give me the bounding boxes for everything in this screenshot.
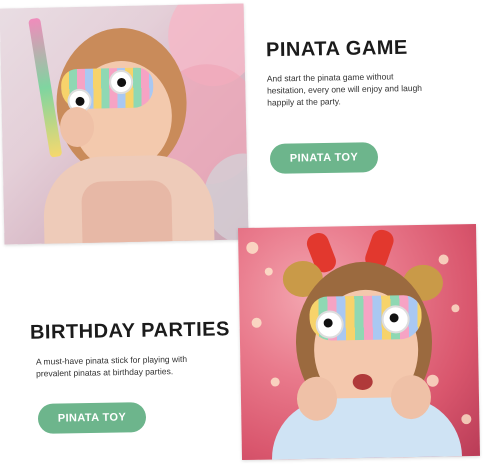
bokeh-light: [246, 241, 259, 254]
description-line: prevalent pinatas at birthday parties.: [36, 366, 174, 379]
pinata-toy-button[interactable]: PINATA TOY: [37, 402, 147, 434]
product-photo-girl-with-pinata-mask: [0, 3, 249, 245]
bokeh-light: [251, 317, 262, 328]
section-title: PINATA GAME: [265, 36, 408, 62]
dress-shape: [81, 180, 173, 245]
section-description: A must-have pinata stick for playing wit…: [36, 352, 216, 379]
pinata-toy-button[interactable]: PINATA TOY: [269, 142, 379, 174]
section-description: And start the pinata game without hesita…: [267, 69, 448, 108]
description-line: happily at the party.: [267, 96, 341, 108]
product-photo-child-birthday-party: [237, 223, 481, 461]
bokeh-light: [270, 377, 280, 387]
bokeh-light: [461, 414, 472, 425]
section-title: BIRTHDAY PARTIES: [29, 318, 231, 344]
bokeh-light: [438, 254, 449, 265]
bokeh-light: [264, 267, 273, 276]
bokeh-light: [451, 304, 460, 313]
bokeh-light: [426, 374, 439, 387]
